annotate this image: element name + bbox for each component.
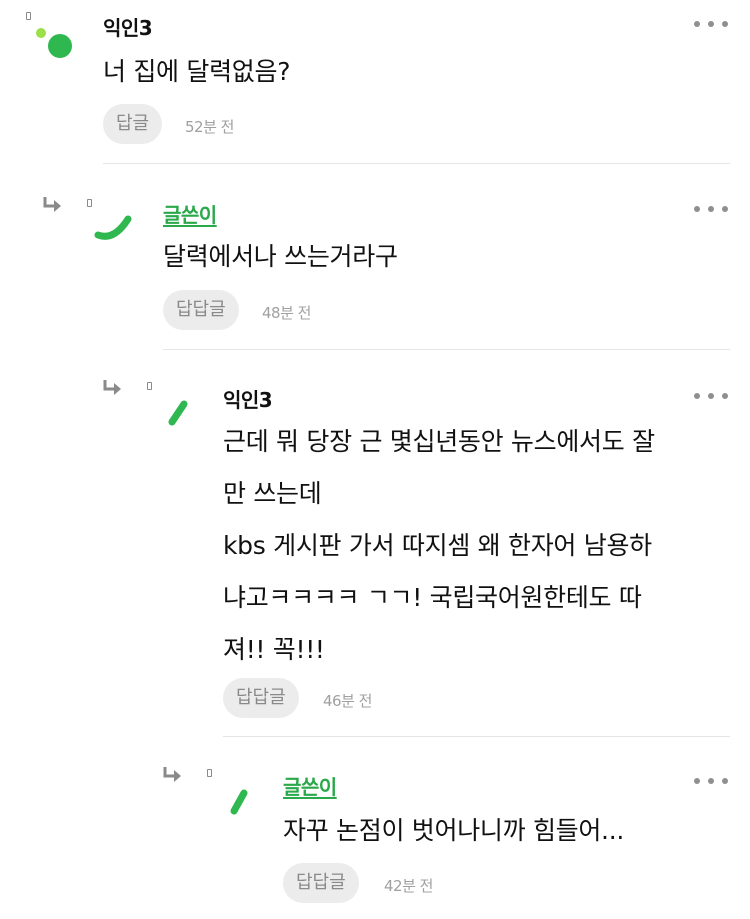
small-marker-icon (26, 12, 31, 20)
reply-button[interactable]: 답답글 (223, 678, 299, 718)
comment-line: 근데 뭐 당장 근 몇십년동안 뉴스에서도 잘 (223, 427, 655, 456)
reply-button[interactable]: 답답글 (163, 290, 239, 330)
small-marker-icon (207, 769, 212, 777)
comment-author[interactable]: 익인3 (103, 12, 153, 41)
comment-line: 자꾸 논점이 벗어나니까 힘들어... (283, 816, 624, 845)
comment-timestamp: 52분 전 (185, 118, 234, 136)
comment-line: 너 집에 달력없음? (103, 57, 291, 86)
comment-line: 냐고ㅋㅋㅋㅋ ㄱㄱ! 국립국어원한테도 따 (223, 583, 642, 612)
comment-author[interactable]: 글쓴이 (163, 199, 217, 228)
avatar (36, 28, 72, 58)
comment-line: kbs 게시판 가서 따지셈 왜 한자어 남용하 (223, 531, 652, 560)
reply-arrow-icon (103, 380, 121, 395)
reply-arrow-icon (163, 767, 181, 782)
more-dots-icon[interactable] (694, 775, 728, 787)
more-dots-icon[interactable] (694, 390, 728, 402)
comment-line: 달력에서나 쓰는거라구 (163, 242, 398, 271)
divider (223, 736, 730, 737)
small-marker-icon (87, 199, 92, 207)
comment-line: 져!! 꼭!!! (223, 635, 325, 664)
comment-author[interactable]: 글쓴이 (283, 771, 337, 800)
comment-timestamp: 42분 전 (384, 877, 433, 895)
comment-timestamp: 46분 전 (323, 692, 372, 710)
more-dots-icon[interactable] (694, 18, 728, 30)
comment-timestamp: 48분 전 (262, 304, 311, 322)
reply-arrow-icon (43, 197, 61, 212)
avatar (168, 400, 188, 426)
avatar (230, 789, 248, 815)
small-marker-icon (147, 382, 152, 390)
more-dots-icon[interactable] (694, 203, 728, 215)
comment-author[interactable]: 익인3 (223, 384, 273, 413)
divider (103, 163, 730, 164)
divider (163, 349, 730, 350)
avatar (94, 215, 132, 240)
comment-line: 만 쓰는데 (223, 479, 322, 508)
reply-button[interactable]: 답글 (103, 104, 163, 144)
reply-button[interactable]: 답답글 (283, 863, 359, 903)
